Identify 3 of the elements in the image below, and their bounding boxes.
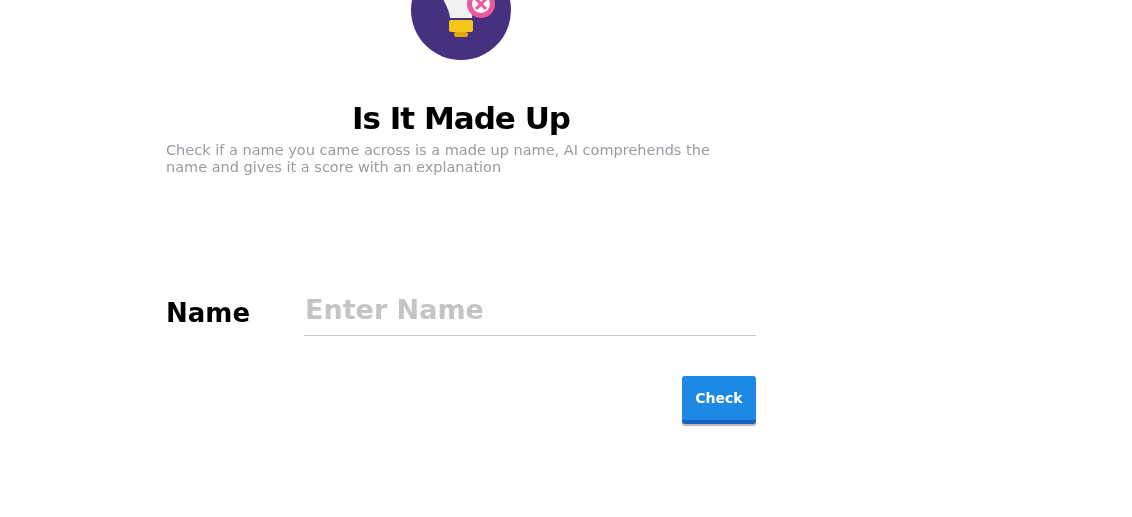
- description: Check if a name you came across is a made up name, AI comprehends the name and gives it a score with an explanation: [166, 142, 711, 176]
- page-title: Is It Made Up: [350, 99, 572, 138]
- name-label: Name: [166, 298, 252, 330]
